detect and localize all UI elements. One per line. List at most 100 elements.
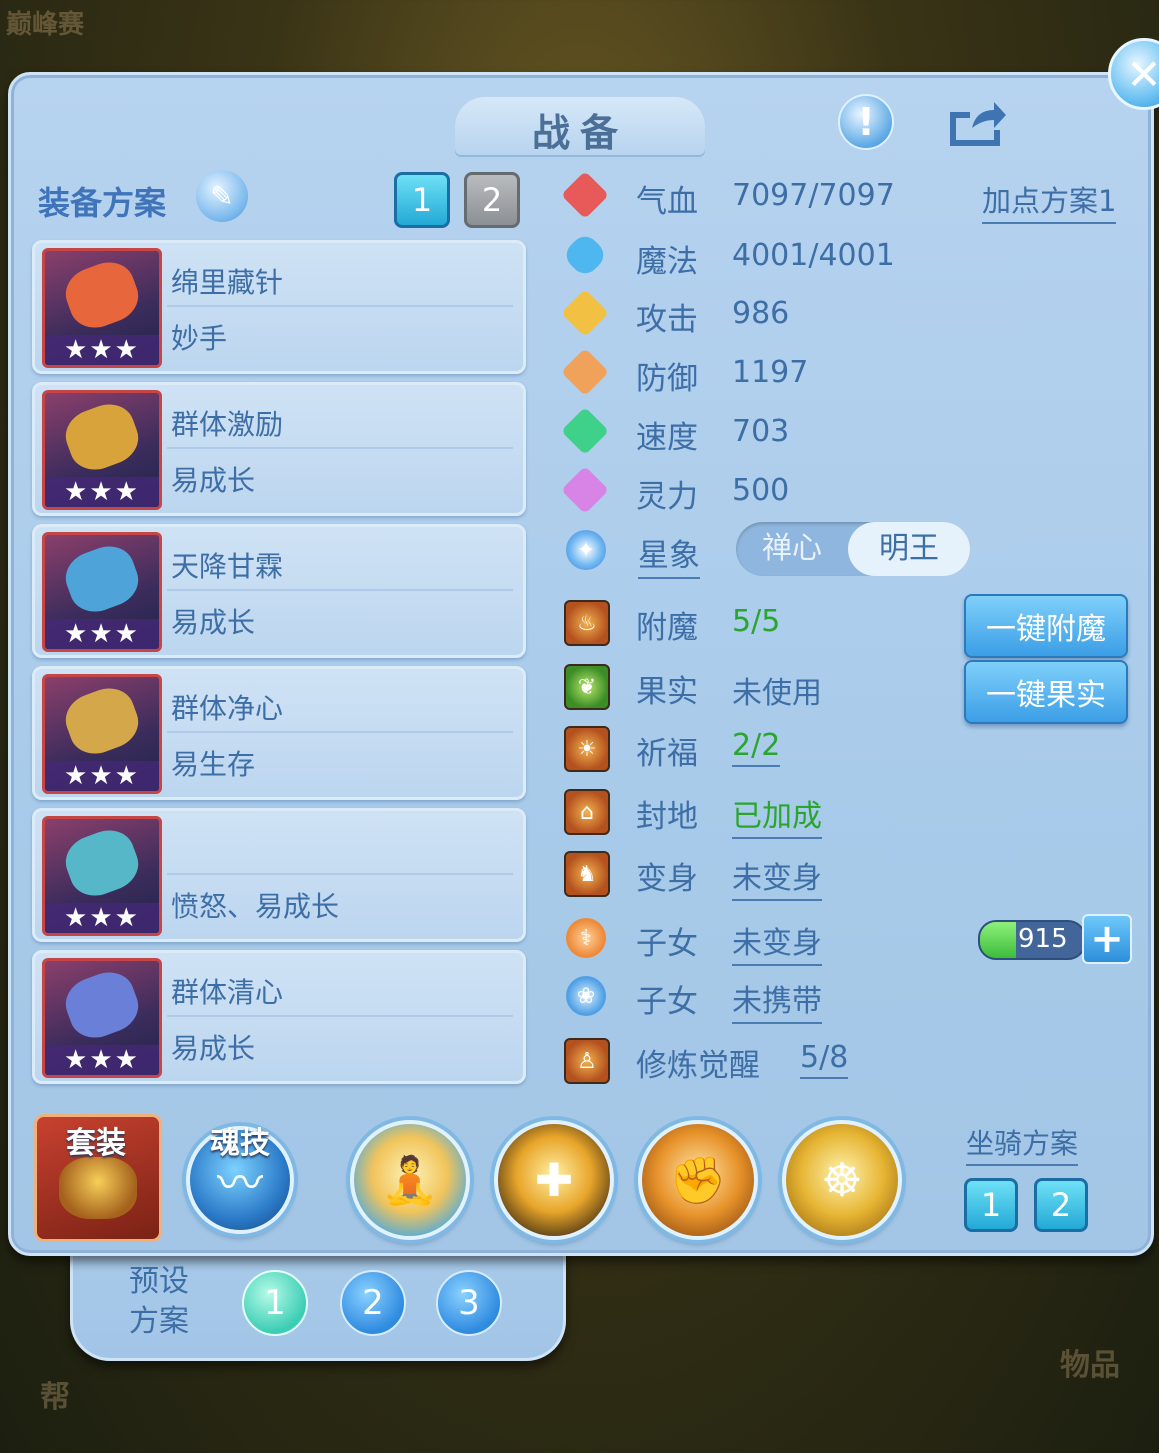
monk-stance-icon: 🧘 [381, 1152, 439, 1207]
equip-name: 天降甘霖 [171, 550, 284, 583]
stat-value-hp: 7097/7097 [732, 178, 895, 213]
preset-1-button[interactable]: 1 [242, 1270, 308, 1336]
buff-label-transform: 变身 [636, 861, 698, 897]
equip-item[interactable]: ★★★ 愤怒、易成长 [32, 808, 526, 942]
equip-thumbnail: ★★★ [42, 674, 162, 794]
equip-item[interactable]: ★★★ 群体净心 易生存 [32, 666, 526, 800]
equip-name: 群体清心 [171, 976, 284, 1009]
star-rating: ★★★ [45, 1045, 159, 1075]
point-plan-link[interactable]: 加点方案1 [982, 178, 1117, 224]
background-guild-label: 帮 [40, 1380, 70, 1415]
buff-label-blessing: 祈福 [636, 736, 698, 772]
preset-label: 预设方案 [129, 1264, 189, 1339]
energy-value: 915 [1018, 924, 1068, 954]
paw-icon: ❀ [566, 976, 606, 1016]
equip-traits: 易生存 [171, 748, 256, 781]
equip-item[interactable]: ★★★ 天降甘霖 易成长 [32, 524, 526, 658]
constellation-option-right[interactable]: 明王 [848, 522, 970, 576]
buff-label-child-transform: 子女 [636, 926, 698, 962]
buff-label-fruit: 果实 [636, 674, 698, 710]
constellation-toggle[interactable]: 禅心 明王 [736, 522, 970, 576]
equip-item[interactable]: ★★★ 绵里藏针 妙手 [32, 240, 526, 374]
skill-slot[interactable]: ☸ [782, 1120, 902, 1240]
fruit-icon: ❦ [564, 664, 610, 710]
enchant-icon: ♨ [564, 600, 610, 646]
stat-value-mp: 4001/4001 [732, 238, 895, 273]
equip-plan-2-button[interactable]: 2 [464, 172, 520, 228]
constellation-option-left[interactable]: 禅心 [736, 522, 848, 576]
equip-name: 群体净心 [171, 692, 284, 725]
buff-value-fruit: 未使用 [732, 676, 822, 711]
preset-3-button[interactable]: 3 [436, 1270, 502, 1336]
stat-label-attack: 攻击 [636, 302, 698, 338]
equip-plan-1-button[interactable]: 1 [394, 172, 450, 228]
monk-fist-icon: ✊ [669, 1152, 727, 1207]
star-compass-icon: ✦ [566, 530, 606, 570]
sword-icon [560, 288, 610, 338]
background-event-label: 巅峰赛 [6, 10, 85, 40]
star-rating: ★★★ [45, 761, 159, 791]
equip-name: 绵里藏针 [171, 266, 284, 299]
transform-icon: ♞ [564, 851, 610, 897]
stat-label-defense: 防御 [636, 361, 698, 397]
buff-value-child-transform[interactable]: 未变身 [732, 918, 822, 966]
buff-label-child-carry: 子女 [636, 984, 698, 1020]
mount-plan-2-button[interactable]: 2 [1034, 1178, 1088, 1232]
preset-2-button[interactable]: 2 [340, 1270, 406, 1336]
buff-value-enchant: 5/5 [732, 604, 781, 639]
buff-value-cultivation[interactable]: 5/8 [800, 1040, 849, 1079]
golden-monk-icon: ☸ [821, 1153, 863, 1207]
enchant-all-button[interactable]: 一键附魔 [964, 594, 1128, 658]
equip-item[interactable]: ★★★ 群体清心 易成长 [32, 950, 526, 1084]
buff-value-blessing[interactable]: 2/2 [732, 728, 781, 767]
equip-thumbnail: ★★★ [42, 958, 162, 1078]
star-rating: ★★★ [45, 335, 159, 365]
constellation-label[interactable]: 星象 [638, 530, 700, 579]
star-rating: ★★★ [45, 619, 159, 649]
fief-icon: ⌂ [564, 789, 610, 835]
cultivation-icon: ♙ [564, 1038, 610, 1084]
speed-icon [560, 406, 610, 456]
stat-value-attack: 986 [732, 296, 790, 331]
stat-label-spirit: 灵力 [636, 479, 698, 515]
shield-icon [560, 347, 610, 397]
spirit-icon [560, 465, 610, 515]
treasure-pot-icon [59, 1157, 137, 1219]
equip-traits: 妙手 [171, 322, 228, 355]
suit-label: 套装 [66, 1126, 126, 1161]
star-rating: ★★★ [45, 477, 159, 507]
energy-bar: 915 [978, 920, 1086, 960]
mount-plan-1-button[interactable]: 1 [964, 1178, 1018, 1232]
blessing-icon: ☀ [564, 726, 610, 772]
skill-slot[interactable]: 🧘 [350, 1120, 470, 1240]
fruit-all-button[interactable]: 一键果实 [964, 660, 1128, 724]
mount-plan-label: 坐骑方案 [966, 1122, 1079, 1166]
page-title: 战备 [531, 111, 628, 155]
mana-icon [560, 230, 610, 280]
buff-value-fief[interactable]: 已加成 [732, 791, 822, 839]
equip-item[interactable]: ★★★ 群体激励 易成长 [32, 382, 526, 516]
golden-shield-icon: ✚ [534, 1153, 574, 1207]
buff-label-fief: 封地 [636, 799, 698, 835]
equip-thumbnail: ★★★ [42, 390, 162, 510]
equip-traits: 易成长 [171, 606, 256, 639]
star-rating: ★★★ [45, 903, 159, 933]
plus-icon[interactable]: + [1082, 914, 1132, 964]
equip-thumbnail: ★★★ [42, 532, 162, 652]
equip-thumbnail: ★★★ [42, 816, 162, 936]
exclamation-icon[interactable]: ! [838, 94, 894, 150]
heart-icon [560, 170, 610, 220]
background-items-label: 物品 [1060, 1348, 1120, 1383]
stat-label-hp: 气血 [636, 184, 698, 220]
skill-slot[interactable]: ✚ [494, 1120, 614, 1240]
energy-bar-fill [980, 922, 1017, 958]
buff-value-transform[interactable]: 未变身 [732, 853, 822, 901]
skill-slot[interactable]: ✊ [638, 1120, 758, 1240]
equip-plan-label: 装备方案 [38, 184, 167, 222]
equip-thumbnail: ★★★ [42, 248, 162, 368]
pencil-icon[interactable]: ✎ [196, 170, 248, 222]
equip-name: 群体激励 [171, 408, 284, 441]
equip-traits: 易成长 [171, 1032, 256, 1065]
share-icon[interactable] [944, 96, 1008, 150]
buff-value-child-carry[interactable]: 未携带 [732, 976, 822, 1024]
